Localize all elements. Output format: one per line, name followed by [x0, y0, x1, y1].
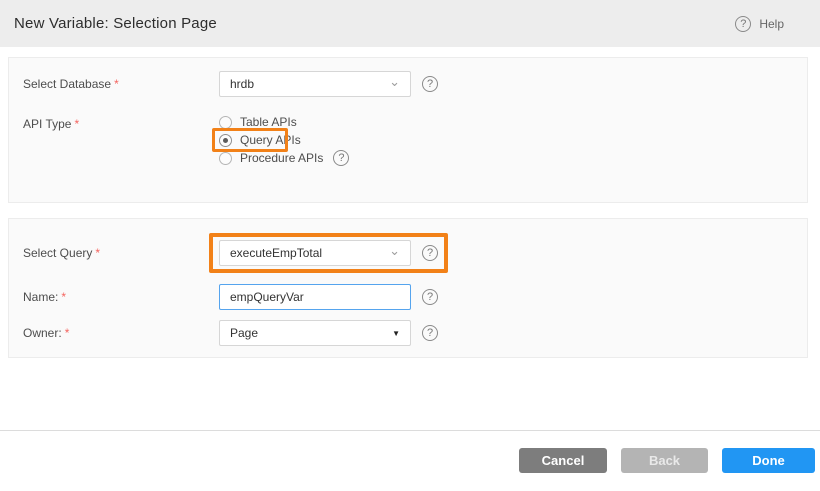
owner-select[interactable]: Page ▼ [219, 320, 411, 346]
owner-label: Owner:* [23, 326, 219, 340]
radio-option-table-apis[interactable]: Table APIs [219, 113, 349, 131]
required-asterisk: * [61, 290, 66, 304]
footer-divider [0, 430, 820, 431]
name-label: Name:* [23, 290, 219, 304]
select-database-label: Select Database* [23, 77, 219, 91]
help-icon: ? [735, 16, 751, 32]
query-help-icon[interactable]: ? [422, 245, 438, 261]
cancel-button[interactable]: Cancel [519, 448, 607, 473]
owner-select-value: Page [230, 326, 258, 340]
procedure-apis-help-icon[interactable]: ? [333, 150, 349, 166]
chevron-down-icon: ⌄ [389, 77, 400, 87]
database-section: Select Database* hrdb ⌄ ? API Type* Tabl… [8, 57, 808, 203]
radio-option-procedure-apis[interactable]: Procedure APIs ? [219, 149, 349, 167]
done-button[interactable]: Done [722, 448, 815, 473]
page-title: New Variable: Selection Page [14, 15, 217, 32]
api-type-row: API Type* Table APIs Query APIs Procedur… [9, 115, 807, 167]
api-type-radio-group: Table APIs Query APIs Procedure APIs ? [219, 113, 349, 167]
radio-option-query-apis[interactable]: Query APIs [219, 131, 349, 149]
required-asterisk: * [95, 246, 100, 260]
select-query-label: Select Query* [23, 246, 219, 260]
triangle-down-icon: ▼ [392, 329, 400, 338]
database-help-icon[interactable]: ? [422, 76, 438, 92]
required-asterisk: * [65, 326, 70, 340]
database-dropdown[interactable]: hrdb ⌄ [219, 71, 411, 97]
database-dropdown-value: hrdb [230, 77, 254, 91]
select-query-row: Select Query* executeEmpTotal ⌄ ? [9, 233, 807, 273]
required-asterisk: * [114, 77, 119, 91]
chevron-down-icon: ⌄ [389, 246, 400, 256]
owner-row: Owner:* Page ▼ ? [9, 320, 807, 346]
select-database-row: Select Database* hrdb ⌄ ? [9, 71, 807, 97]
owner-help-icon[interactable]: ? [422, 325, 438, 341]
help-label: Help [759, 17, 784, 31]
dialog-header: New Variable: Selection Page ? Help [0, 0, 820, 47]
back-button[interactable]: Back [621, 448, 708, 473]
radio-icon-selected[interactable] [219, 134, 232, 147]
annotation-highlight-select-query: executeEmpTotal ⌄ ? [209, 233, 448, 273]
name-help-icon[interactable]: ? [422, 289, 438, 305]
query-dropdown-value: executeEmpTotal [230, 246, 322, 260]
footer-actions: Cancel Back Done [519, 448, 815, 473]
radio-icon[interactable] [219, 116, 232, 129]
required-asterisk: * [74, 117, 79, 131]
query-section: Select Query* executeEmpTotal ⌄ ? Name:*… [8, 218, 808, 358]
help-link[interactable]: ? Help [735, 16, 784, 32]
name-input[interactable] [219, 284, 411, 310]
api-type-label: API Type* [23, 115, 219, 131]
name-row: Name:* ? [9, 284, 807, 310]
radio-icon[interactable] [219, 152, 232, 165]
query-dropdown[interactable]: executeEmpTotal ⌄ [219, 240, 411, 266]
